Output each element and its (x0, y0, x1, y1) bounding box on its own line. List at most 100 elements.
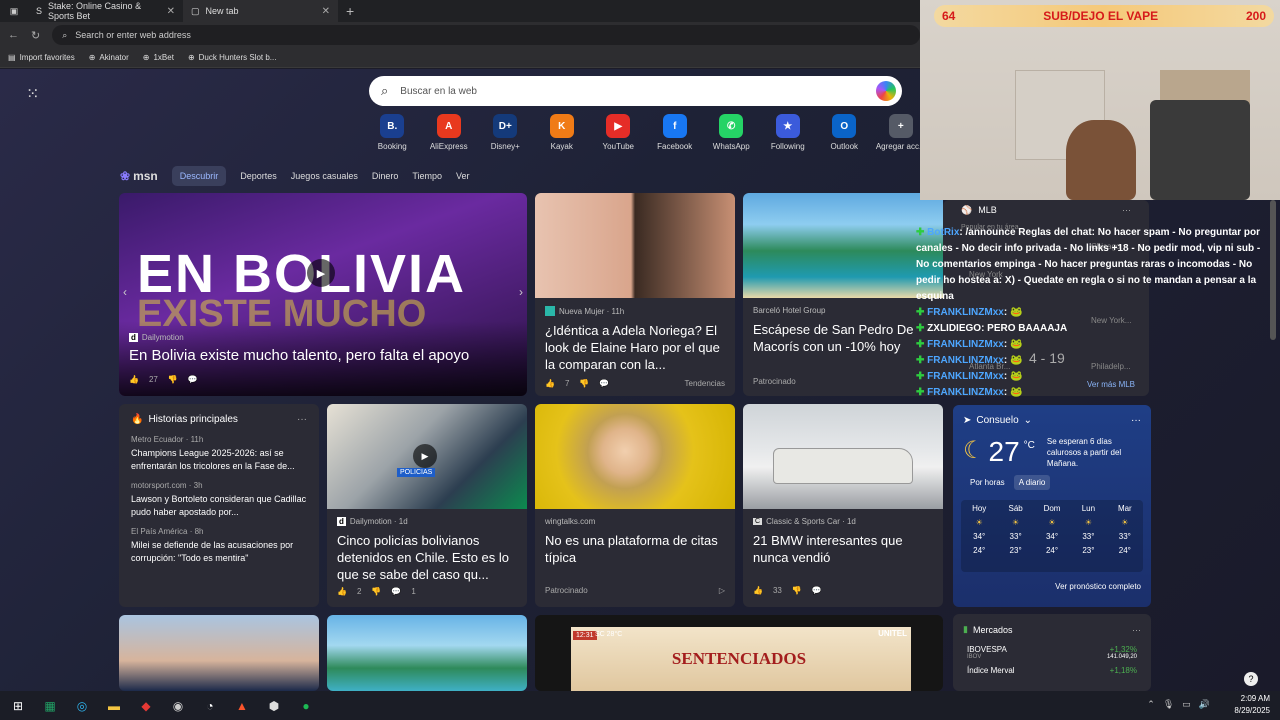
close-tab-icon[interactable]: ✕ (322, 6, 330, 17)
women-card[interactable]: Nueva Mujer · 11h ¿Idéntica a Adela Nori… (535, 193, 735, 396)
play-icon[interactable]: ▶ (413, 444, 437, 468)
chevron-up-icon[interactable]: ⌃ (1147, 699, 1155, 710)
edge-icon[interactable]: ◎ (70, 694, 94, 718)
copilot-icon[interactable] (876, 81, 896, 101)
excel-icon[interactable]: ▦ (38, 694, 62, 718)
bookmark-akinator[interactable]: ⊕ Akinator (89, 53, 129, 62)
quicklink-aliexpress[interactable]: A AliExpress (421, 114, 478, 151)
nav-ver[interactable]: Ver (456, 171, 470, 181)
list-item[interactable]: motorsport.com · 3h Lawson y Bortoleto co… (119, 481, 319, 519)
quicklink-kayak[interactable]: K Kayak (534, 114, 591, 151)
chat-username[interactable]: FRANKLINZMxx (927, 307, 1004, 318)
like-icon[interactable]: 👍 (753, 586, 763, 595)
like-icon[interactable]: 👍 (129, 375, 139, 384)
mic-icon[interactable]: 🎙 (1163, 699, 1174, 710)
more-icon[interactable]: ··· (1122, 205, 1131, 216)
chat-username[interactable]: BotRix (927, 227, 959, 238)
bottom-card-1[interactable] (119, 615, 319, 691)
window-menu-icon[interactable]: ▣ (0, 6, 28, 17)
dislike-icon[interactable]: 👎 (371, 587, 381, 596)
nav-juegos[interactable]: Juegos casuales (291, 171, 358, 181)
app-circle-icon[interactable]: ◔ (198, 694, 222, 718)
nav-dinero[interactable]: Dinero (372, 171, 399, 181)
next-arrow-icon[interactable]: › (519, 285, 523, 299)
quicklink-facebook[interactable]: f Facebook (647, 114, 704, 151)
web-search-box[interactable]: ⌕ Buscar en la web (369, 76, 902, 106)
more-icon[interactable]: ··· (297, 414, 307, 425)
tab-hourly[interactable]: Por horas (965, 475, 1010, 490)
bottom-video-card[interactable]: 12:31 SC 28°C UNITEL SENTENCIADOS (535, 615, 943, 691)
quicklink-outlook[interactable]: O Outlook (816, 114, 873, 151)
msn-logo[interactable]: ❀ msn (120, 169, 158, 183)
more-icon[interactable]: ··· (1132, 625, 1141, 635)
play-icon[interactable]: ▶ (307, 259, 335, 287)
obs-icon[interactable]: ◉ (166, 694, 190, 718)
chat-username[interactable]: FRANKLINZMxx (927, 371, 1004, 382)
quicklink-booking[interactable]: B. Booking (364, 114, 421, 151)
bmw-card[interactable]: C Classic & Sports Car · 1d 21 BMW intere… (743, 404, 943, 607)
list-item[interactable]: Metro Ecuador · 11h Champions League 2025… (119, 435, 319, 473)
prev-arrow-icon[interactable]: ‹ (123, 285, 127, 299)
chevron-down-icon[interactable]: ⌄ (1024, 415, 1032, 426)
explorer-icon[interactable]: ▬ (102, 694, 126, 718)
quicklink-following[interactable]: ★ Following (760, 114, 817, 151)
tab-new[interactable]: ▢ New tab ✕ (183, 0, 338, 22)
bottom-card-2[interactable] (327, 615, 527, 691)
forecast-day[interactable]: Lun ☀ 33° 23° (1070, 500, 1106, 572)
clock[interactable]: 2:09 AM 8/29/2025 (1234, 693, 1270, 717)
police-card[interactable]: ▶ POLICIAS d Dailymotion · 1d Cinco polic… (327, 404, 527, 607)
more-icon[interactable]: ··· (1131, 415, 1141, 426)
forecast-day[interactable]: Dom ☀ 34° 24° (1034, 500, 1070, 572)
app-red-icon[interactable]: ◆ (134, 694, 158, 718)
nav-tiempo[interactable]: Tiempo (412, 171, 442, 181)
chat-username[interactable]: ZXLIDIEGO (927, 323, 981, 334)
chat-username[interactable]: FRANKLINZMxx (927, 339, 1004, 350)
help-icon[interactable]: ? (1244, 672, 1258, 686)
volume-icon[interactable]: 🔊 (1199, 699, 1210, 710)
weather-location[interactable]: Consuelo (976, 415, 1018, 426)
bookmark-duck[interactable]: ⊕ Duck Hunters Slot b... (188, 53, 277, 62)
market-row[interactable]: Índice Merval +1,18% (953, 660, 1151, 675)
dating-card[interactable]: wingtalks.com No es una plataforma de ci… (535, 404, 735, 607)
comment-icon[interactable]: 💬 (812, 586, 822, 595)
comment-icon[interactable]: 💬 (599, 379, 609, 388)
hero-title[interactable]: En Bolivia existe mucho talento, pero fa… (129, 347, 469, 364)
refresh-icon[interactable]: ↻ (31, 29, 40, 42)
close-tab-icon[interactable]: ✕ (167, 6, 175, 17)
nav-deportes[interactable]: Deportes (240, 171, 277, 181)
like-icon[interactable]: 👍 (545, 379, 555, 388)
bookmark-1xbet[interactable]: ⊕ 1xBet (143, 53, 174, 62)
nav-descubrir[interactable]: Descubrir (171, 166, 227, 186)
quicklink-whatsapp[interactable]: ✆ WhatsApp (703, 114, 760, 151)
back-icon[interactable]: ← (8, 29, 19, 41)
new-tab-icon[interactable]: + (346, 3, 354, 19)
spotify-icon[interactable]: ● (294, 694, 318, 718)
quicklink-youtube[interactable]: ▶ YouTube (590, 114, 647, 151)
comment-icon[interactable]: 💬 (391, 587, 401, 596)
dislike-icon[interactable]: 👎 (579, 379, 589, 388)
forecast-day[interactable]: Mar ☀ 33° 24° (1107, 500, 1143, 572)
tab-stake[interactable]: S Stake: Online Casino & Sports Bet ✕ (28, 0, 183, 22)
address-input[interactable]: ⌕ Search or enter web address (52, 25, 920, 45)
list-item[interactable]: El País América · 8h Milei se defiende de… (119, 527, 319, 565)
app-shield-icon[interactable]: ⬢ (262, 694, 286, 718)
brave-icon[interactable]: ▲ (230, 694, 254, 718)
start-icon[interactable]: ⊞ (6, 694, 30, 718)
chat-username[interactable]: FRANKLINZMxx (927, 387, 1004, 398)
hero-card[interactable]: EN BOLIVIA EXISTE MUCHO ▶ ‹ › d Dailymoti… (119, 193, 527, 396)
network-icon[interactable]: ▭ (1182, 699, 1191, 710)
chat-username[interactable]: FRANKLINZMxx (927, 355, 1004, 366)
forecast-day[interactable]: Hoy ☀ 34° 24° (961, 500, 997, 572)
dislike-icon[interactable]: 👎 (168, 375, 178, 384)
dislike-icon[interactable]: 👎 (792, 586, 802, 595)
like-icon[interactable]: 👍 (337, 587, 347, 596)
page-scrollbar[interactable] (1270, 200, 1276, 340)
apps-grid-icon[interactable]: ⁙ (26, 84, 39, 104)
adchoices-icon[interactable]: ▷ (719, 586, 725, 595)
tab-daily[interactable]: A diario (1013, 475, 1051, 490)
comment-icon[interactable]: 💬 (188, 375, 198, 384)
full-forecast-link[interactable]: Ver pronóstico completo (953, 576, 1151, 597)
market-row[interactable]: IBOVESPA IBOV +1,32% 141.049,20 (953, 645, 1151, 660)
quicklink-disney-[interactable]: D+ Disney+ (477, 114, 534, 151)
forecast-day[interactable]: Sáb ☀ 33° 23° (997, 500, 1033, 572)
